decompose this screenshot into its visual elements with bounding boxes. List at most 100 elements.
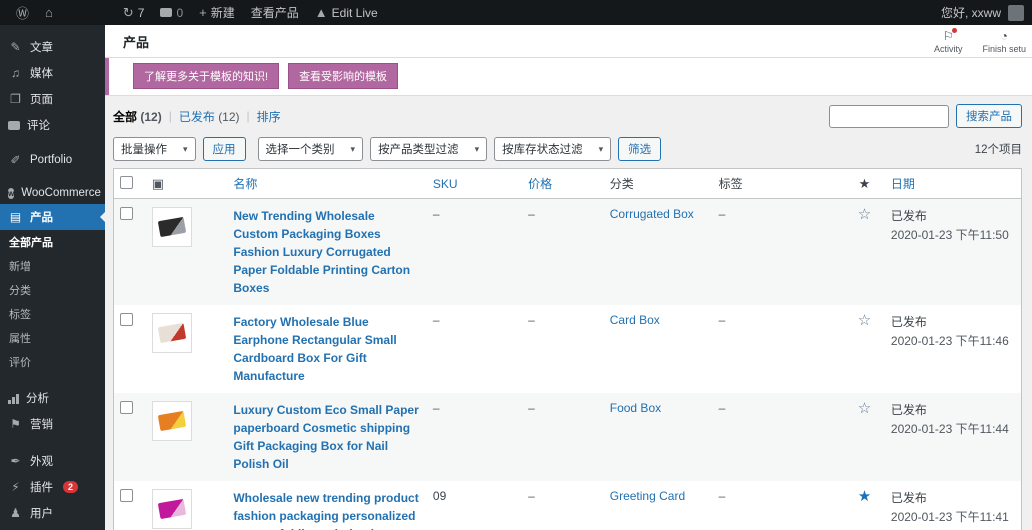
- table-body: New Trending Wholesale Custom Packaging …: [114, 199, 1021, 530]
- sidebar-subitem-tags[interactable]: 标签: [0, 302, 105, 326]
- media-icon: ♫: [8, 67, 23, 79]
- apply-button[interactable]: 应用: [203, 137, 246, 161]
- product-thumbnail[interactable]: [152, 489, 192, 529]
- product-thumbnail-cell: [146, 199, 228, 255]
- category-link[interactable]: Food Box: [610, 401, 661, 415]
- featured-star-icon[interactable]: ☆: [858, 400, 871, 417]
- product-type-filter-select[interactable]: 按产品类型过滤▾: [370, 137, 487, 161]
- product-name-link[interactable]: New Trending Wholesale Custom Packaging …: [233, 207, 421, 297]
- view-published-link[interactable]: 已发布 (12): [179, 108, 240, 125]
- sidebar-separator: [0, 171, 105, 182]
- search-input[interactable]: [829, 105, 949, 128]
- sidebar-separator: [0, 374, 105, 385]
- sidebar-item-analytics[interactable]: 分析: [0, 385, 105, 411]
- category-link[interactable]: Greeting Card: [610, 489, 685, 503]
- page-header: 产品 ⚐ Activity ◔ Finish setu: [105, 25, 1032, 58]
- product-name-link[interactable]: Factory Wholesale Blue Earphone Rectangu…: [233, 313, 421, 385]
- item-count: 12个项目: [975, 141, 1022, 157]
- product-thumbnail[interactable]: [152, 401, 192, 441]
- publish-date: 2020-01-23 下午11:46: [891, 332, 1015, 351]
- sidebar-subitem-attributes[interactable]: 属性: [0, 326, 105, 350]
- image-column-icon: ▣: [152, 176, 164, 191]
- sidebar-item-tools[interactable]: ⚒工具: [0, 526, 105, 530]
- product-thumbnail[interactable]: [152, 207, 192, 247]
- template-notice: 了解更多关于模板的知识! 查看受影响的模板: [105, 58, 1032, 95]
- column-header-sku[interactable]: SKU: [433, 177, 458, 191]
- user-greeting[interactable]: 您好, xxww: [941, 4, 1001, 21]
- comments-icon: [8, 121, 20, 130]
- view-affected-templates-button[interactable]: 查看受影响的模板: [288, 63, 398, 89]
- new-button[interactable]: +新建: [191, 0, 243, 25]
- featured-star-icon[interactable]: ☆: [858, 312, 871, 329]
- view-all-link[interactable]: 全部 (12): [113, 108, 162, 125]
- sidebar-item-marketing[interactable]: ⚑营销: [0, 411, 105, 437]
- edit-live-link[interactable]: ▲Edit Live: [307, 0, 386, 25]
- product-name-link[interactable]: Wholesale new trending product fashion p…: [233, 489, 421, 530]
- filter-button[interactable]: 筛选: [618, 137, 661, 161]
- product-name-cell: New Trending Wholesale Custom Packaging …: [227, 199, 427, 305]
- sidebar-subitem-add-new[interactable]: 新增: [0, 254, 105, 278]
- column-header-name[interactable]: 名称: [233, 177, 257, 191]
- tags-value: –: [719, 313, 726, 327]
- finish-setup-button[interactable]: ◔ Finish setu: [980, 28, 1028, 53]
- bar: [16, 394, 19, 404]
- sidebar-subitem-reviews[interactable]: 评价: [0, 350, 105, 374]
- home-icon[interactable]: ⌂: [37, 0, 61, 25]
- product-checkbox[interactable]: [120, 401, 133, 414]
- category-link[interactable]: Corrugated Box: [610, 207, 694, 221]
- product-checkbox[interactable]: [120, 207, 133, 220]
- product-tags-cell: –: [713, 199, 845, 229]
- column-header-date[interactable]: 日期: [891, 177, 915, 191]
- activity-button[interactable]: ⚐ Activity: [932, 28, 965, 53]
- search-box: 搜索产品: [829, 104, 1022, 128]
- product-date-cell: 已发布2020-01-23 下午11:46: [885, 305, 1021, 358]
- updates-icon: ↻: [123, 5, 134, 21]
- stock-status-filter-select[interactable]: 按库存状态过滤▾: [494, 137, 611, 161]
- search-products-button[interactable]: 搜索产品: [956, 104, 1022, 128]
- sidebar-item-appearance[interactable]: ✒外观: [0, 448, 105, 474]
- category-link[interactable]: Card Box: [610, 313, 660, 327]
- sidebar-item-label: 营销: [30, 416, 53, 432]
- sidebar-subitem-categories[interactable]: 分类: [0, 278, 105, 302]
- product-thumbnail-cell: [146, 393, 228, 449]
- chevron-down-icon: ▾: [183, 144, 188, 155]
- bulk-action-select[interactable]: 批量操作▾: [113, 137, 196, 161]
- view-sort-link[interactable]: 排序: [257, 108, 281, 125]
- updates-indicator[interactable]: ↻7: [115, 0, 153, 25]
- featured-star-icon[interactable]: ★: [858, 488, 871, 505]
- product-name-cell: Wholesale new trending product fashion p…: [227, 481, 427, 530]
- sidebar-item-posts[interactable]: ✎文章: [0, 34, 105, 60]
- sidebar-item-woocommerce[interactable]: wWooCommerce: [0, 182, 105, 204]
- views-separator: |: [169, 109, 172, 123]
- sidebar-item-users[interactable]: ♟用户: [0, 500, 105, 526]
- category-filter-select[interactable]: 选择一个类别▾: [258, 137, 364, 161]
- product-date-cell: 已发布2020-01-23 下午11:44: [885, 393, 1021, 446]
- product-checkbox[interactable]: [120, 489, 133, 502]
- admin-sidebar: ✎文章♫媒体❐页面评论 ✐Portfolio wWooCommerce▤产品全部产品…: [0, 25, 105, 530]
- sidebar-item-pages[interactable]: ❐页面: [0, 86, 105, 112]
- product-checkbox[interactable]: [120, 313, 133, 326]
- avatar[interactable]: [1008, 5, 1024, 21]
- sidebar-item-portfolio[interactable]: ✐Portfolio: [0, 149, 105, 171]
- sidebar-item-comments[interactable]: 评论: [0, 112, 105, 138]
- sidebar-item-media[interactable]: ♫媒体: [0, 60, 105, 86]
- sidebar-item-plugins[interactable]: ⚡插件2: [0, 474, 105, 500]
- sku-value: –: [433, 207, 440, 221]
- product-row: Wholesale new trending product fashion p…: [114, 481, 1021, 530]
- comments-indicator[interactable]: 0: [152, 0, 191, 25]
- view-product-link[interactable]: 查看产品: [243, 0, 307, 25]
- product-thumbnail[interactable]: [152, 313, 192, 353]
- product-row: Factory Wholesale Blue Earphone Rectangu…: [114, 305, 1021, 393]
- product-price-cell: –: [522, 481, 604, 511]
- sidebar-subitem-all-products[interactable]: 全部产品: [0, 230, 105, 254]
- chevron-down-icon: ▾: [475, 144, 480, 155]
- column-header-price[interactable]: 价格: [528, 177, 552, 191]
- product-sku-cell: 09: [427, 481, 522, 511]
- product-name-link[interactable]: Luxury Custom Eco Small Paper paperboard…: [233, 401, 421, 473]
- view-product-label: 查看产品: [251, 4, 299, 21]
- sidebar-item-products[interactable]: ▤产品: [0, 204, 105, 230]
- featured-star-icon[interactable]: ☆: [858, 206, 871, 223]
- wordpress-logo-icon[interactable]: Ⓦ: [8, 0, 37, 25]
- learn-more-templates-button[interactable]: 了解更多关于模板的知识!: [133, 63, 279, 89]
- select-all-checkbox[interactable]: [120, 176, 133, 189]
